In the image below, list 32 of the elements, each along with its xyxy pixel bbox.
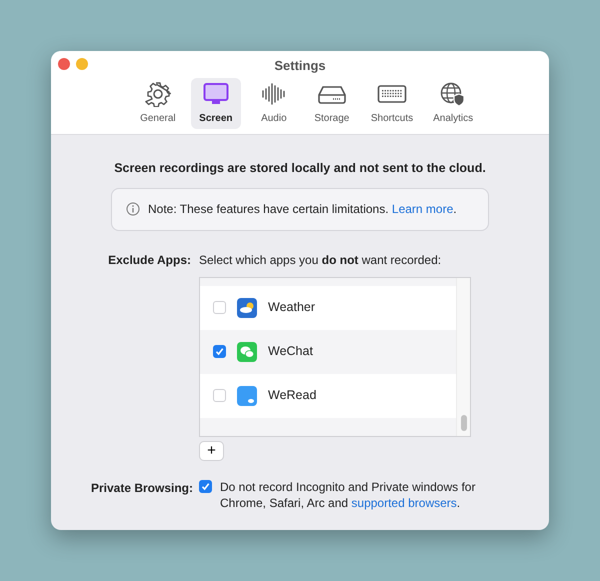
app-name: Weather: [268, 299, 316, 316]
note-text: Note: These features have certain limitations. Learn more.: [148, 201, 457, 218]
learn-more-link[interactable]: Learn more: [392, 202, 454, 216]
info-heading: Screen recordings are stored locally and not sent to the cloud.: [114, 161, 486, 175]
tab[interactable]: Shortcuts: [364, 78, 420, 129]
waveform-icon: [260, 81, 287, 107]
minimize-button[interactable]: [76, 58, 88, 70]
weather-app-icon: [237, 298, 257, 318]
app-name: WeChat: [268, 343, 313, 360]
tab[interactable]: Storage: [306, 78, 357, 129]
book-app-icon: [237, 386, 257, 406]
monitor-icon: [202, 81, 229, 107]
add-button[interactable]: +: [199, 440, 224, 461]
exclude-apps-description: Select which apps you do not want recorded:: [199, 252, 442, 267]
app-checkbox[interactable]: [213, 345, 226, 358]
close-button[interactable]: [58, 58, 70, 70]
gear-icon: [144, 81, 171, 107]
scrollbar[interactable]: [456, 278, 470, 436]
private-browsing-text: Do not record Incognito and Private windows for Chrome, Safari, Arc and supported browsers.: [220, 478, 476, 511]
private-browsing-label: Private Browsing:: [90, 480, 193, 495]
tab[interactable]: Screen: [190, 78, 241, 129]
app-name: WeRead: [268, 387, 316, 404]
tab[interactable]: Audio: [248, 78, 299, 129]
tab[interactable]: Analytics: [427, 78, 480, 129]
window-title: Settings: [274, 58, 326, 73]
chat-app-icon: [237, 342, 257, 362]
private-browsing-checkbox[interactable]: [199, 480, 212, 493]
supported-browsers-link[interactable]: supported browsers: [351, 496, 457, 510]
globe-shield-icon: [440, 81, 466, 107]
exclude-apps-label: Exclude Apps:: [108, 252, 191, 267]
info-icon: [126, 202, 140, 216]
tab[interactable]: General: [132, 78, 183, 129]
